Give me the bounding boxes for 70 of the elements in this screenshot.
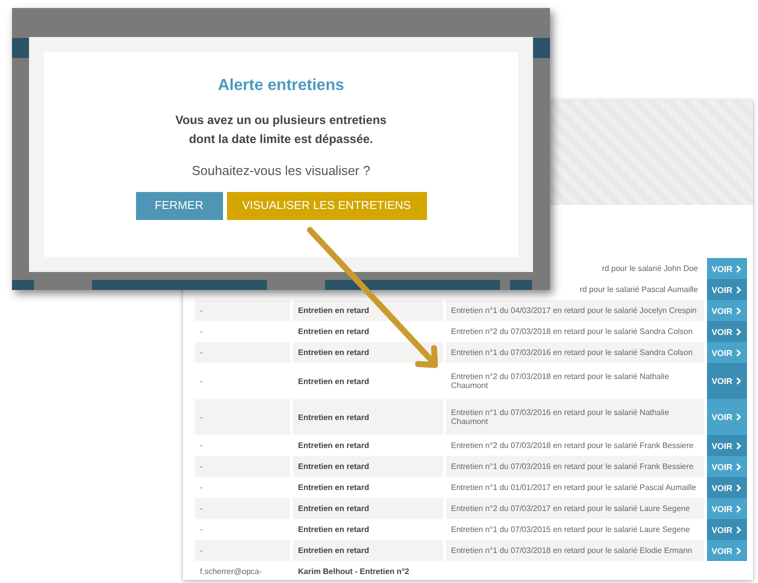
table-cell: Entretien n°1 du 04/03/2017 en retard pour le salarié Jocelyn Crespin bbox=[446, 300, 704, 321]
chevron-icon bbox=[736, 306, 742, 314]
table-cell-text: Entretien n°2 du 07/03/2018 en retard pour le salarié Frank Bessiere bbox=[450, 440, 694, 452]
view-button[interactable]: VOIR bbox=[707, 498, 747, 519]
chevron-icon bbox=[736, 484, 742, 492]
table-cell: - bbox=[195, 498, 290, 519]
view-button[interactable]: VOIR bbox=[707, 519, 747, 540]
table-cell-text: - bbox=[199, 326, 204, 338]
view-button[interactable]: VOIR bbox=[707, 321, 747, 342]
table-cell: Entretien en retard bbox=[293, 399, 443, 435]
table-cell: Entretien n°1 du 07/03/2016 en retard pour le salarié Nathalie Chaumont bbox=[446, 399, 704, 435]
table-cell: Entretien en retard bbox=[293, 300, 443, 321]
chevron-icon bbox=[736, 377, 742, 385]
table-cell-text: Entretien en retard bbox=[297, 482, 370, 494]
table-cell-text: Entretien n°1 du 07/03/2015 en retard pour le salarié Laure Segene bbox=[450, 524, 691, 536]
table-cell-text: - bbox=[199, 482, 204, 494]
dialog-button[interactable]: VISUALISER LES ENTRETIENS bbox=[226, 192, 426, 220]
tab-block bbox=[510, 280, 532, 290]
tab-block bbox=[12, 280, 34, 290]
dialog-title: Alerte entretiens bbox=[218, 77, 344, 95]
table-cell: Entretien en retard bbox=[293, 540, 443, 561]
table-cell-text: Entretien en retard bbox=[297, 326, 370, 338]
table-cell: rd pour le salarié Pascal Aumaille bbox=[580, 285, 698, 294]
table-cell: - bbox=[195, 399, 290, 435]
table-cell: Entretien n°1 du 07/03/2018 en retard pour le salarié Elodie Ermann bbox=[446, 540, 704, 561]
table-cell: - bbox=[195, 456, 290, 477]
dialog-message: Vous avez un ou plusieurs entretiens dont la date limite est dépassée. bbox=[175, 112, 387, 148]
chevron-icon bbox=[736, 286, 742, 294]
chevron-icon bbox=[736, 546, 742, 554]
table-cell: Entretien n°1 du 07/03/2016 en retard pour le salarié Frank Bessiere bbox=[446, 456, 704, 477]
chevron-icon bbox=[736, 348, 742, 356]
chevron-icon bbox=[736, 504, 742, 512]
view-button[interactable]: VOIR bbox=[707, 456, 747, 477]
table-cell-text: - bbox=[199, 440, 204, 452]
view-button[interactable]: VOIR bbox=[707, 300, 747, 321]
view-button[interactable]: VOIR bbox=[707, 435, 747, 456]
view-button[interactable]: VOIR bbox=[707, 363, 747, 399]
view-button[interactable]: VOIR bbox=[707, 279, 747, 300]
chevron-icon bbox=[736, 442, 742, 450]
chevron-icon bbox=[736, 462, 742, 470]
table-cell-text: f.scherrer@opca- bbox=[199, 566, 263, 578]
table-cell-text: Entretien n°1 du 01/01/2017 en retard pour le salarié Pascal Aumaille bbox=[450, 482, 698, 494]
dialog-question: Souhaitez-vous les visualiser ? bbox=[192, 163, 370, 178]
table-cell-text: Entretien en retard bbox=[297, 440, 370, 452]
table-cell: Entretien en retard bbox=[293, 342, 443, 363]
view-button[interactable]: VOIR bbox=[707, 342, 747, 363]
view-button[interactable]: VOIR bbox=[707, 258, 747, 279]
table-cell-text: Entretien en retard bbox=[297, 524, 370, 536]
view-button[interactable]: VOIR bbox=[707, 540, 747, 561]
chevron-icon bbox=[736, 264, 742, 272]
view-button[interactable]: VOIR bbox=[707, 399, 747, 435]
table-cell-text: Karim Belhout - Entretien n°2 bbox=[297, 566, 410, 578]
view-button[interactable]: VOIR bbox=[707, 477, 747, 498]
table-cell-text: Entretien n°2 du 07/03/2018 en retard pour le salarié Sandra Colson bbox=[450, 326, 694, 338]
table-cell: Entretien n°1 du 07/03/2016 en retard pour le salarié Sandra Colson bbox=[446, 342, 704, 363]
chevron-icon bbox=[736, 413, 742, 421]
table-cell: Entretien n°2 du 07/03/2017 en retard pour le salarié Laure Segene bbox=[446, 498, 704, 519]
table-cell: Entretien en retard bbox=[293, 498, 443, 519]
table-cell: - bbox=[195, 300, 290, 321]
table-cell-text: Entretien n°2 du 07/03/2018 en retard pour le salarié Nathalie Chaumont bbox=[450, 371, 670, 392]
dialog-button[interactable]: FERMER bbox=[136, 192, 222, 220]
table-cell: Entretien en retard bbox=[293, 456, 443, 477]
table-cell: rd pour le salarié John Doe bbox=[602, 264, 698, 273]
chevron-icon bbox=[736, 328, 742, 336]
table-cell-text: Entretien en retard bbox=[297, 376, 370, 388]
chevron-icon bbox=[736, 526, 742, 534]
table-cell-text: - bbox=[199, 376, 204, 388]
table-cell: - bbox=[195, 342, 290, 363]
table-cell-text: - bbox=[199, 524, 204, 536]
table-cell: - bbox=[195, 540, 290, 561]
